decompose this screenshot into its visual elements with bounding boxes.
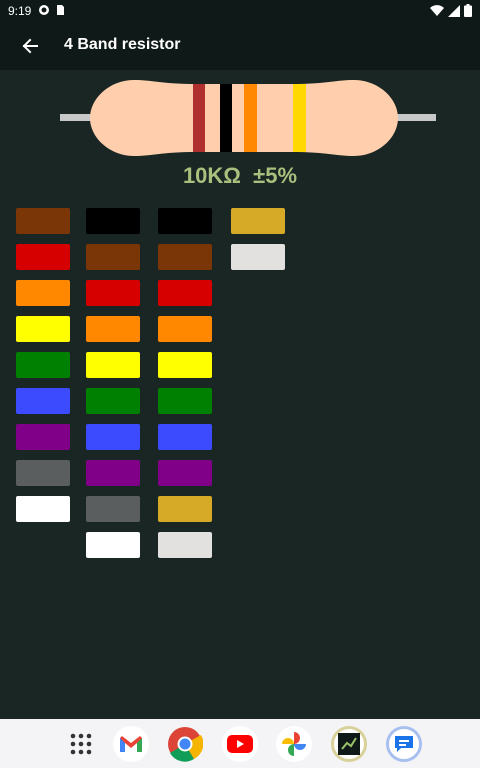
swatch-first-digit-4[interactable] [16, 316, 70, 342]
apps-grid-icon[interactable] [63, 726, 99, 762]
resistor-band-2 [220, 84, 232, 152]
swatch-first-digit-5[interactable] [16, 352, 70, 378]
swatch-second-digit-7[interactable] [86, 424, 140, 450]
swatch-second-digit-4[interactable] [86, 316, 140, 342]
gmail-icon[interactable] [113, 726, 149, 762]
swatch-first-digit-3[interactable] [16, 280, 70, 306]
swatch-second-digit-3[interactable] [86, 280, 140, 306]
swatch-multiplier-7[interactable] [158, 424, 212, 450]
swatch-multiplier-5[interactable] [158, 352, 212, 378]
swatch-multiplier-2[interactable] [158, 244, 212, 270]
swatch-second-digit-2[interactable] [86, 244, 140, 270]
swatch-second-digit-9[interactable] [86, 496, 140, 522]
page-title: 4 Band resistor [64, 36, 181, 53]
resistor-image [60, 80, 436, 156]
messages-icon[interactable] [386, 726, 422, 762]
swatch-tolerance-1[interactable] [231, 208, 285, 234]
swatch-first-digit-2[interactable] [16, 244, 70, 270]
swatch-second-digit-8[interactable] [86, 460, 140, 486]
app-bar: 4 Band resistor [0, 22, 480, 70]
status-bar: 9:19 [0, 0, 480, 22]
resistance-value: 10KΩ ±5% [0, 163, 480, 189]
youtube-icon[interactable] [222, 726, 258, 762]
status-time: 9:19 [8, 4, 32, 18]
resistor-band-1 [193, 84, 205, 152]
back-button[interactable] [16, 34, 44, 58]
resistor-band-4 [293, 84, 306, 152]
battery-icon [464, 4, 472, 20]
sd-card-icon [54, 4, 66, 16]
swatch-first-digit-6[interactable] [16, 388, 70, 414]
resistance-text: 10KΩ [182, 163, 241, 188]
wifi-icon [430, 4, 444, 20]
resistor-app-icon[interactable] [331, 726, 367, 762]
swatch-multiplier-1[interactable] [158, 208, 212, 234]
swatch-first-digit-7[interactable] [16, 424, 70, 450]
swatch-multiplier-4[interactable] [158, 316, 212, 342]
swatch-second-digit-6[interactable] [86, 388, 140, 414]
status-right [430, 4, 472, 20]
chrome-icon[interactable] [167, 726, 203, 762]
swatch-multiplier-9[interactable] [158, 496, 212, 522]
swatch-tolerance-2[interactable] [231, 244, 285, 270]
tolerance-text: ±5% [253, 163, 298, 188]
app-dock [0, 719, 480, 768]
swatch-first-digit-8[interactable] [16, 460, 70, 486]
signal-icon [448, 4, 460, 20]
swatch-first-digit-9[interactable] [16, 496, 70, 522]
swatch-second-digit-1[interactable] [86, 208, 140, 234]
swatch-second-digit-5[interactable] [86, 352, 140, 378]
swatch-multiplier-3[interactable] [158, 280, 212, 306]
back-arrow-icon [22, 38, 38, 54]
resistor-band-3 [244, 84, 257, 152]
swatch-multiplier-10[interactable] [158, 532, 212, 558]
swatch-multiplier-8[interactable] [158, 460, 212, 486]
swatch-multiplier-6[interactable] [158, 388, 212, 414]
swatch-second-digit-10[interactable] [86, 532, 140, 558]
photos-icon[interactable] [276, 726, 312, 762]
notification-icon [38, 4, 50, 16]
swatch-first-digit-1[interactable] [16, 208, 70, 234]
